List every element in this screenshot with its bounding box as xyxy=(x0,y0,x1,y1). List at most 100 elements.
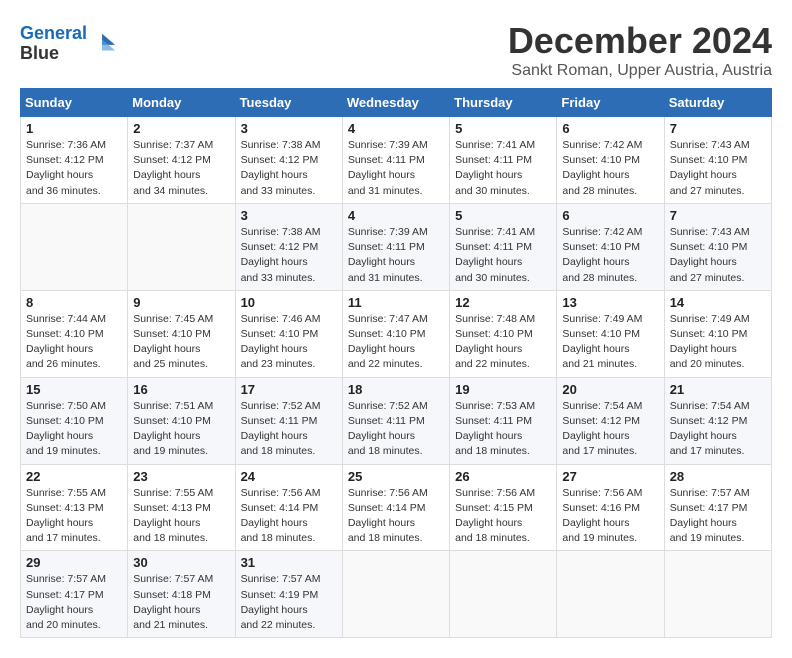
calendar-cell: 2 Sunrise: 7:37 AM Sunset: 4:12 PM Dayli… xyxy=(128,117,235,204)
calendar-cell: 12 Sunrise: 7:48 AM Sunset: 4:10 PM Dayl… xyxy=(450,290,557,377)
day-number: 4 xyxy=(348,208,444,223)
calendar-cell: 7 Sunrise: 7:43 AM Sunset: 4:10 PM Dayli… xyxy=(664,203,771,290)
calendar-cell: 15 Sunrise: 7:50 AM Sunset: 4:10 PM Dayl… xyxy=(21,377,128,464)
calendar-cell: 6 Sunrise: 7:42 AM Sunset: 4:10 PM Dayli… xyxy=(557,203,664,290)
subtitle: Sankt Roman, Upper Austria, Austria xyxy=(508,62,772,80)
day-info: Sunrise: 7:54 AM Sunset: 4:12 PM Dayligh… xyxy=(562,399,658,460)
day-number: 28 xyxy=(670,469,766,484)
calendar-cell: 8 Sunrise: 7:44 AM Sunset: 4:10 PM Dayli… xyxy=(21,290,128,377)
day-info: Sunrise: 7:54 AM Sunset: 4:12 PM Dayligh… xyxy=(670,399,766,460)
day-info: Sunrise: 7:49 AM Sunset: 4:10 PM Dayligh… xyxy=(670,312,766,373)
day-info: Sunrise: 7:41 AM Sunset: 4:11 PM Dayligh… xyxy=(455,225,551,286)
day-number: 22 xyxy=(26,469,122,484)
calendar-cell: 16 Sunrise: 7:51 AM Sunset: 4:10 PM Dayl… xyxy=(128,377,235,464)
calendar-cell: 18 Sunrise: 7:52 AM Sunset: 4:11 PM Dayl… xyxy=(342,377,449,464)
day-info: Sunrise: 7:42 AM Sunset: 4:10 PM Dayligh… xyxy=(562,138,658,199)
day-number: 19 xyxy=(455,382,551,397)
day-number: 5 xyxy=(455,208,551,223)
day-info: Sunrise: 7:36 AM Sunset: 4:12 PM Dayligh… xyxy=(26,138,122,199)
main-title: December 2024 xyxy=(508,20,772,62)
day-number: 31 xyxy=(241,555,337,570)
day-number: 2 xyxy=(133,121,229,136)
day-number: 27 xyxy=(562,469,658,484)
day-number: 3 xyxy=(241,208,337,223)
calendar-cell xyxy=(21,203,128,290)
calendar-row-6: 29 Sunrise: 7:57 AM Sunset: 4:17 PM Dayl… xyxy=(21,551,772,638)
calendar-row-3: 8 Sunrise: 7:44 AM Sunset: 4:10 PM Dayli… xyxy=(21,290,772,377)
calendar-cell: 31 Sunrise: 7:57 AM Sunset: 4:19 PM Dayl… xyxy=(235,551,342,638)
day-number: 3 xyxy=(241,121,337,136)
day-info: Sunrise: 7:56 AM Sunset: 4:14 PM Dayligh… xyxy=(241,486,337,547)
calendar-cell: 13 Sunrise: 7:49 AM Sunset: 4:10 PM Dayl… xyxy=(557,290,664,377)
day-info: Sunrise: 7:57 AM Sunset: 4:18 PM Dayligh… xyxy=(133,572,229,633)
day-number: 26 xyxy=(455,469,551,484)
day-info: Sunrise: 7:38 AM Sunset: 4:12 PM Dayligh… xyxy=(241,138,337,199)
calendar-cell xyxy=(450,551,557,638)
calendar-cell: 20 Sunrise: 7:54 AM Sunset: 4:12 PM Dayl… xyxy=(557,377,664,464)
day-number: 11 xyxy=(348,295,444,310)
day-number: 5 xyxy=(455,121,551,136)
calendar-cell xyxy=(128,203,235,290)
calendar-cell: 4 Sunrise: 7:39 AM Sunset: 4:11 PM Dayli… xyxy=(342,203,449,290)
day-info: Sunrise: 7:45 AM Sunset: 4:10 PM Dayligh… xyxy=(133,312,229,373)
day-number: 21 xyxy=(670,382,766,397)
calendar-cell: 5 Sunrise: 7:41 AM Sunset: 4:11 PM Dayli… xyxy=(450,203,557,290)
calendar-cell: 4 Sunrise: 7:39 AM Sunset: 4:11 PM Dayli… xyxy=(342,117,449,204)
day-info: Sunrise: 7:50 AM Sunset: 4:10 PM Dayligh… xyxy=(26,399,122,460)
day-number: 13 xyxy=(562,295,658,310)
day-info: Sunrise: 7:41 AM Sunset: 4:11 PM Dayligh… xyxy=(455,138,551,199)
calendar-header-friday: Friday xyxy=(557,89,664,117)
calendar-cell: 7 Sunrise: 7:43 AM Sunset: 4:10 PM Dayli… xyxy=(664,117,771,204)
day-info: Sunrise: 7:48 AM Sunset: 4:10 PM Dayligh… xyxy=(455,312,551,373)
calendar-header-thursday: Thursday xyxy=(450,89,557,117)
calendar-cell: 30 Sunrise: 7:57 AM Sunset: 4:18 PM Dayl… xyxy=(128,551,235,638)
day-number: 23 xyxy=(133,469,229,484)
calendar-header-row: SundayMondayTuesdayWednesdayThursdayFrid… xyxy=(21,89,772,117)
calendar-header-monday: Monday xyxy=(128,89,235,117)
logo-text: GeneralBlue xyxy=(20,24,87,64)
day-info: Sunrise: 7:39 AM Sunset: 4:11 PM Dayligh… xyxy=(348,138,444,199)
day-number: 16 xyxy=(133,382,229,397)
calendar-cell: 11 Sunrise: 7:47 AM Sunset: 4:10 PM Dayl… xyxy=(342,290,449,377)
day-number: 29 xyxy=(26,555,122,570)
calendar-cell: 23 Sunrise: 7:55 AM Sunset: 4:13 PM Dayl… xyxy=(128,464,235,551)
day-info: Sunrise: 7:57 AM Sunset: 4:17 PM Dayligh… xyxy=(670,486,766,547)
calendar-cell: 29 Sunrise: 7:57 AM Sunset: 4:17 PM Dayl… xyxy=(21,551,128,638)
calendar-cell: 17 Sunrise: 7:52 AM Sunset: 4:11 PM Dayl… xyxy=(235,377,342,464)
day-info: Sunrise: 7:57 AM Sunset: 4:19 PM Dayligh… xyxy=(241,572,337,633)
day-info: Sunrise: 7:52 AM Sunset: 4:11 PM Dayligh… xyxy=(348,399,444,460)
day-number: 8 xyxy=(26,295,122,310)
calendar-cell: 21 Sunrise: 7:54 AM Sunset: 4:12 PM Dayl… xyxy=(664,377,771,464)
day-info: Sunrise: 7:55 AM Sunset: 4:13 PM Dayligh… xyxy=(133,486,229,547)
day-number: 7 xyxy=(670,121,766,136)
day-number: 14 xyxy=(670,295,766,310)
calendar-row-2: 3 Sunrise: 7:38 AM Sunset: 4:12 PM Dayli… xyxy=(21,203,772,290)
day-info: Sunrise: 7:49 AM Sunset: 4:10 PM Dayligh… xyxy=(562,312,658,373)
calendar-cell: 26 Sunrise: 7:56 AM Sunset: 4:15 PM Dayl… xyxy=(450,464,557,551)
day-info: Sunrise: 7:46 AM Sunset: 4:10 PM Dayligh… xyxy=(241,312,337,373)
day-info: Sunrise: 7:37 AM Sunset: 4:12 PM Dayligh… xyxy=(133,138,229,199)
day-info: Sunrise: 7:43 AM Sunset: 4:10 PM Dayligh… xyxy=(670,138,766,199)
day-number: 10 xyxy=(241,295,337,310)
calendar-cell: 6 Sunrise: 7:42 AM Sunset: 4:10 PM Dayli… xyxy=(557,117,664,204)
day-info: Sunrise: 7:52 AM Sunset: 4:11 PM Dayligh… xyxy=(241,399,337,460)
calendar-cell: 24 Sunrise: 7:56 AM Sunset: 4:14 PM Dayl… xyxy=(235,464,342,551)
calendar-row-4: 15 Sunrise: 7:50 AM Sunset: 4:10 PM Dayl… xyxy=(21,377,772,464)
day-number: 20 xyxy=(562,382,658,397)
calendar-cell: 9 Sunrise: 7:45 AM Sunset: 4:10 PM Dayli… xyxy=(128,290,235,377)
page-header: GeneralBlue December 2024 Sankt Roman, U… xyxy=(20,20,772,80)
calendar-cell xyxy=(557,551,664,638)
day-number: 15 xyxy=(26,382,122,397)
day-info: Sunrise: 7:38 AM Sunset: 4:12 PM Dayligh… xyxy=(241,225,337,286)
day-number: 6 xyxy=(562,208,658,223)
logo-icon xyxy=(89,30,117,58)
day-info: Sunrise: 7:51 AM Sunset: 4:10 PM Dayligh… xyxy=(133,399,229,460)
day-number: 25 xyxy=(348,469,444,484)
calendar-cell: 10 Sunrise: 7:46 AM Sunset: 4:10 PM Dayl… xyxy=(235,290,342,377)
day-info: Sunrise: 7:56 AM Sunset: 4:16 PM Dayligh… xyxy=(562,486,658,547)
day-number: 7 xyxy=(670,208,766,223)
calendar-row-5: 22 Sunrise: 7:55 AM Sunset: 4:13 PM Dayl… xyxy=(21,464,772,551)
calendar-cell: 14 Sunrise: 7:49 AM Sunset: 4:10 PM Dayl… xyxy=(664,290,771,377)
calendar-header-sunday: Sunday xyxy=(21,89,128,117)
day-number: 4 xyxy=(348,121,444,136)
